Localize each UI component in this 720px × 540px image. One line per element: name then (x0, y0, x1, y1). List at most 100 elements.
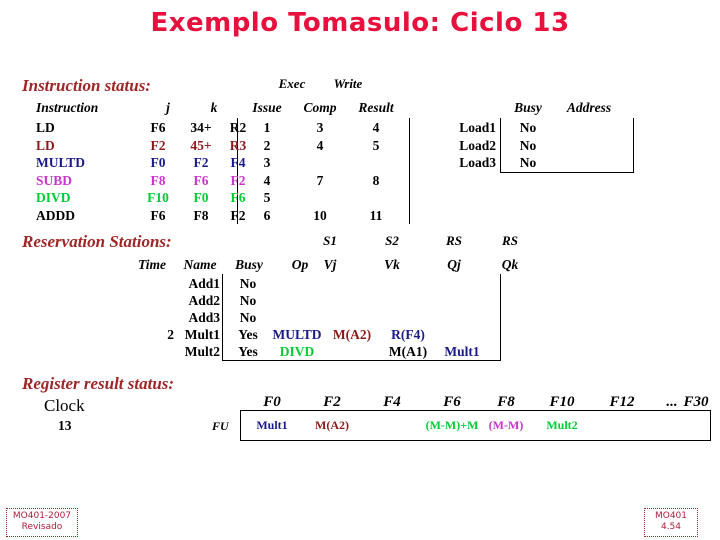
register-value-f6: (M-M)+M (425, 418, 479, 432)
register-header-f4: F4 (383, 394, 401, 410)
reservation-table-left-border (222, 274, 223, 360)
register-header-f30: F30 (683, 394, 709, 410)
instruction-cell-dest: F8 (150, 172, 166, 188)
clock-label: Clock (44, 396, 85, 415)
load-table-right-border (633, 118, 634, 172)
clock-value: 13 (58, 418, 72, 433)
instruction-cell-issue: 5 (263, 190, 271, 205)
reservation-stations-header-time: Time (138, 257, 166, 272)
instruction-cell-dest: F2 (150, 137, 166, 153)
register-result-status-caption: Register result status: (22, 374, 175, 393)
instruction-cell-op: SUBD (36, 172, 73, 188)
instruction-cell-dest: F10 (147, 190, 169, 205)
instruction-cell-j: F6 (193, 172, 209, 188)
page-title: Exemplo Tomasulo: Ciclo 13 (150, 8, 570, 38)
instruction-cell-exec-comp: 3 (316, 120, 324, 135)
load-buffer-header-busy: Busy (514, 100, 542, 115)
register-value-f2: M(A2) (315, 418, 349, 432)
register-value-f0: Mult1 (256, 418, 288, 432)
footer-left-line1: MO401-2007 (12, 511, 72, 521)
reservation-cell-busy: No (239, 310, 257, 325)
instruction-cell-dest: F6 (150, 207, 166, 223)
instruction-status-exec-group-header: Exec (278, 76, 306, 91)
reservation-cell-busy: Yes (238, 327, 258, 342)
load-buffer-busy: No (519, 155, 537, 170)
register-table-right-border (710, 410, 711, 440)
instruction-cell-exec-comp: 10 (313, 207, 327, 223)
load-buffer-name: Load1 (459, 120, 496, 135)
reservation-stations-s1-group-header: S1 (323, 233, 337, 248)
instruction-cell-op: ADDD (36, 207, 75, 223)
instruction-status-header-k: k (210, 100, 218, 115)
register-table-bottom-border (240, 440, 711, 441)
load-table-bottom-border (500, 172, 634, 173)
load-buffer-busy: No (519, 120, 537, 135)
instruction-cell-op: LD (36, 120, 55, 135)
reservation-stations-rsk-group-header: RS (502, 233, 518, 248)
instruction-cell-dest: F0 (150, 155, 166, 170)
footer-right-line1: MO401 (654, 511, 688, 521)
instruction-status-header-issue: Issue (252, 100, 282, 115)
footer-left-tag: MO401-2007 Revisado (6, 508, 78, 537)
register-header-f2: F2 (323, 394, 341, 410)
reservation-stations-header-busy: Busy (235, 257, 263, 272)
reservation-stations-rsj-group-header: RS (446, 233, 462, 248)
instruction-cell-j: 45+ (190, 137, 212, 153)
instruction-status-header-instruction: Instruction (36, 100, 99, 115)
reservation-cell-vj: M(A2) (332, 327, 372, 342)
instruction-cell-op: LD (36, 137, 55, 153)
footer-right-tag: MO401 4.54 (644, 508, 698, 537)
instruction-cell-write-result: 11 (369, 207, 383, 223)
instruction-cell-issue: 2 (263, 137, 271, 153)
load-buffer-header-address: Address (566, 100, 612, 115)
register-header-f8: F8 (497, 394, 515, 410)
register-header-f6: F6 (443, 394, 461, 410)
register-value-f8: (M-M) (488, 418, 524, 432)
instruction-cell-op: DIVD (36, 190, 71, 205)
instruction-cell-j: 34+ (190, 120, 212, 135)
register-header-f10: F10 (549, 394, 575, 410)
reservation-table-bottom-border (222, 360, 501, 361)
instruction-cell-write-result: 8 (372, 172, 380, 188)
reservation-stations-s2-group-header: S2 (385, 233, 399, 248)
reservation-cell-name: Add3 (188, 310, 220, 325)
reservation-cell-time: 2 (167, 327, 174, 342)
reservation-cell-busy: Yes (238, 344, 258, 359)
reservation-stations-caption: Reservation Stations: (22, 232, 172, 251)
instruction-cell-issue: 3 (263, 155, 271, 170)
reservation-stations-header-vk: Vk (384, 257, 400, 272)
instruction-cell-exec-comp: 7 (316, 172, 324, 188)
instruction-status-header-j: j (166, 100, 170, 115)
reservation-cell-vk: M(A1) (388, 344, 428, 359)
reservation-cell-op: MULTD (272, 327, 322, 342)
register-value-f10: Mult2 (546, 418, 578, 432)
reservation-stations-header-name: Name (183, 257, 217, 272)
instruction-cell-j: F0 (193, 190, 209, 205)
instruction-cell-op: MULTD (36, 155, 86, 170)
load-buffer-name: Load2 (459, 137, 496, 153)
instruction-cell-j: F8 (193, 207, 209, 223)
reservation-cell-vk: R(F4) (391, 327, 425, 342)
instruction-status-header-comp: Comp (303, 100, 337, 115)
register-header-f0: F0 (263, 394, 281, 410)
reservation-stations-header-qk: Qk (501, 257, 519, 272)
footer-right-line2: 4.54 (660, 522, 682, 532)
instruction-table-right-border (409, 118, 410, 224)
register-table-left-border (240, 410, 241, 440)
reservation-table-right-border (500, 274, 501, 360)
instruction-cell-write-result: 4 (372, 120, 380, 135)
instruction-cell-issue: 6 (263, 207, 271, 223)
reservation-stations-header-vj: Vj (323, 257, 337, 272)
reservation-cell-name: Add1 (188, 276, 220, 291)
instruction-cell-issue: 1 (263, 120, 271, 135)
instruction-status-header-result: Result (358, 100, 394, 115)
reservation-cell-busy: No (239, 276, 257, 291)
fu-label: FU (212, 419, 229, 433)
instruction-cell-write-result: 5 (372, 137, 380, 153)
instruction-cell-issue: 4 (263, 172, 271, 188)
reservation-cell-name: Mult2 (184, 344, 220, 359)
reservation-cell-qj: Mult1 (444, 344, 480, 359)
footer-left-line2: Revisado (21, 522, 63, 532)
register-table-top-border (240, 410, 711, 411)
register-header-f12: F12 (609, 394, 635, 410)
